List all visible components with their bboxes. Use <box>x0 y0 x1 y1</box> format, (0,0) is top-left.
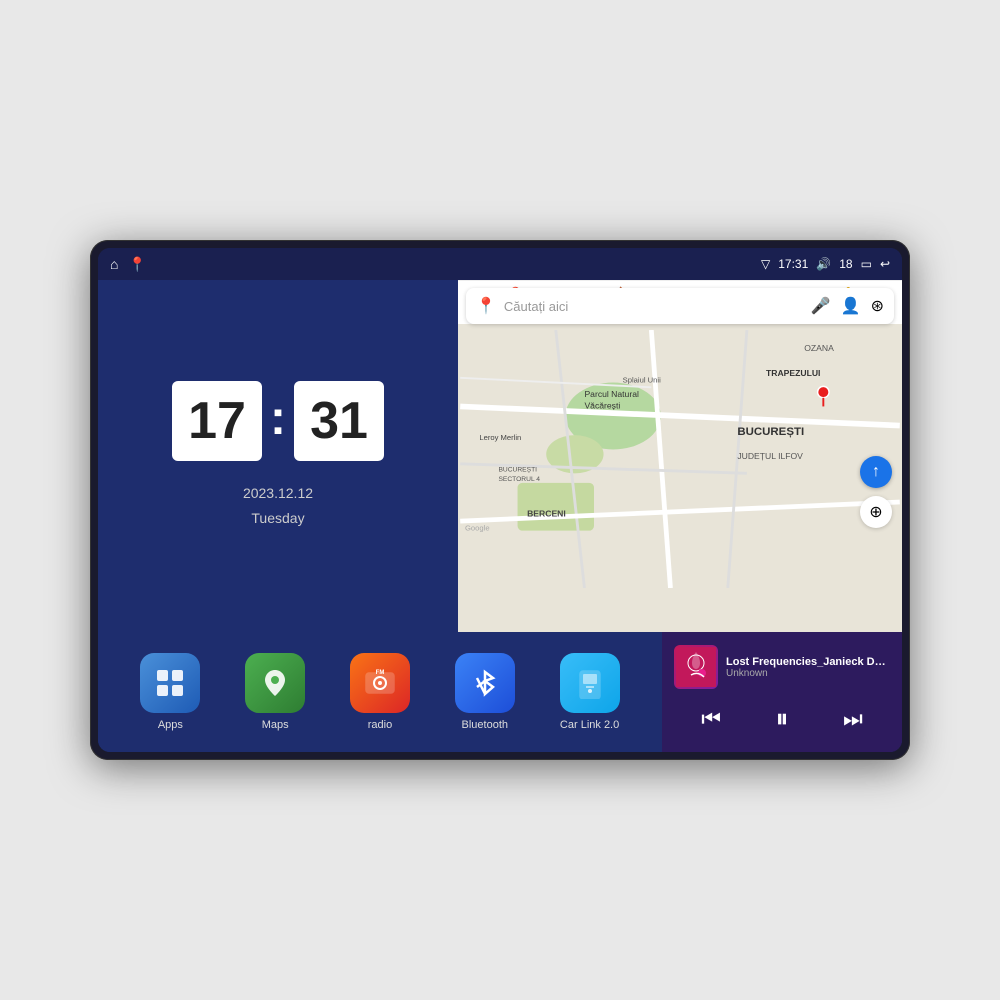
music-panel: Lost Frequencies_Janieck Devy-... Unknow… <box>662 632 902 752</box>
app-item-carlink[interactable]: Car Link 2.0 <box>560 653 620 731</box>
app-item-radio[interactable]: FM radio <box>350 653 410 731</box>
svg-text:BUCUREȘTI: BUCUREȘTI <box>498 466 537 473</box>
prev-button[interactable]: ⏮ <box>693 702 729 736</box>
map-visual[interactable]: BUCUREȘTI JUDEȚUL ILFOV BERCENI Parcul N… <box>458 330 902 588</box>
music-text: Lost Frequencies_Janieck Devy-... Unknow… <box>726 656 890 679</box>
radio-label: radio <box>368 719 392 731</box>
home-icon[interactable]: ⌂ <box>110 256 118 272</box>
apps-label: Apps <box>158 719 183 731</box>
map-svg: BUCUREȘTI JUDEȚUL ILFOV BERCENI Parcul N… <box>458 330 902 588</box>
svg-text:Leroy Merlin: Leroy Merlin <box>479 433 521 442</box>
map-mic-icon[interactable]: 🎤 <box>811 296 831 316</box>
maps-icon <box>245 653 305 713</box>
svg-text:Splaiul Unii: Splaiul Unii <box>623 376 661 385</box>
svg-text:Google: Google <box>465 524 490 533</box>
carlink-icon <box>560 653 620 713</box>
map-search-right: 🎤 👤 ⊛ <box>811 296 884 316</box>
play-pause-button[interactable]: ⏸ <box>767 699 796 739</box>
svg-text:BERCENI: BERCENI <box>527 508 566 518</box>
apps-icon <box>140 653 200 713</box>
svg-text:JUDEȚUL ILFOV: JUDEȚUL ILFOV <box>737 451 803 461</box>
radio-icon: FM <box>350 653 410 713</box>
app-item-bluetooth[interactable]: Bluetooth <box>455 653 515 731</box>
map-layers-icon[interactable]: ⊛ <box>871 296 884 316</box>
app-icons-panel: Apps Maps <box>98 632 662 752</box>
map-search-pin-icon: 📍 <box>476 296 496 316</box>
battery-icon: ▭ <box>861 257 872 271</box>
svg-text:FM: FM <box>376 670 385 676</box>
back-icon[interactable]: ↩ <box>880 257 890 271</box>
svg-text:Parcul Natural: Parcul Natural <box>584 389 639 399</box>
clock-minute: 31 <box>294 381 384 461</box>
car-screen-device: ⌂ 📍 ▽ 17:31 🔊 18 ▭ ↩ 17 : <box>90 240 910 760</box>
maps-shortcut-icon[interactable]: 📍 <box>128 256 145 273</box>
clock-hour: 17 <box>172 381 262 461</box>
maps-label: Maps <box>262 719 289 731</box>
map-search-bar[interactable]: 📍 Căutați aici 🎤 👤 ⊛ <box>466 288 894 324</box>
bluetooth-icon <box>455 653 515 713</box>
map-search-placeholder[interactable]: Căutați aici <box>504 299 803 314</box>
battery-level: 18 <box>839 257 852 271</box>
clock-date: 2023.12.12 Tuesday <box>243 481 313 531</box>
app-item-apps[interactable]: Apps <box>140 653 200 731</box>
time-display: 17:31 <box>778 257 808 271</box>
bluetooth-label: Bluetooth <box>462 719 508 731</box>
next-button[interactable]: ⏭ <box>835 702 871 736</box>
status-bar: ⌂ 📍 ▽ 17:31 🔊 18 ▭ ↩ <box>98 248 902 280</box>
svg-text:OZANA: OZANA <box>804 343 834 353</box>
status-left: ⌂ 📍 <box>110 256 146 273</box>
map-compass-icon[interactable]: ⊕ <box>860 496 892 528</box>
bottom-section: Apps Maps <box>98 632 902 752</box>
screen: ⌂ 📍 ▽ 17:31 🔊 18 ▭ ↩ 17 : <box>98 248 902 752</box>
volume-icon: 🔊 <box>816 257 831 271</box>
music-artist: Unknown <box>726 668 890 679</box>
music-controls: ⏮ ⏸ ⏭ <box>674 699 890 739</box>
top-section: 17 : 31 2023.12.12 Tuesday 📍 Căutați aic… <box>98 280 902 632</box>
signal-icon: ▽ <box>761 257 770 271</box>
clock-colon: : <box>270 391 286 446</box>
svg-text:TRAPEZULUI: TRAPEZULUI <box>766 368 820 378</box>
music-title: Lost Frequencies_Janieck Devy-... <box>726 656 890 668</box>
status-right: ▽ 17:31 🔊 18 ▭ ↩ <box>761 257 890 271</box>
svg-text:BUCUREȘTI: BUCUREȘTI <box>737 426 804 438</box>
carlink-label: Car Link 2.0 <box>560 719 619 731</box>
clock-panel: 17 : 31 2023.12.12 Tuesday <box>98 280 458 632</box>
map-account-icon[interactable]: 👤 <box>841 296 861 316</box>
clock-display: 17 : 31 <box>172 381 384 461</box>
map-navigate-button[interactable]: ↑ <box>860 456 892 488</box>
svg-text:SECTORUL 4: SECTORUL 4 <box>498 476 540 483</box>
main-content: 17 : 31 2023.12.12 Tuesday 📍 Căutați aic… <box>98 280 902 752</box>
svg-text:Văcărești: Văcărești <box>584 400 620 410</box>
music-info: Lost Frequencies_Janieck Devy-... Unknow… <box>674 645 890 689</box>
map-panel[interactable]: 📍 Căutați aici 🎤 👤 ⊛ <box>458 280 902 632</box>
music-thumbnail <box>674 645 718 689</box>
app-item-maps[interactable]: Maps <box>245 653 305 731</box>
